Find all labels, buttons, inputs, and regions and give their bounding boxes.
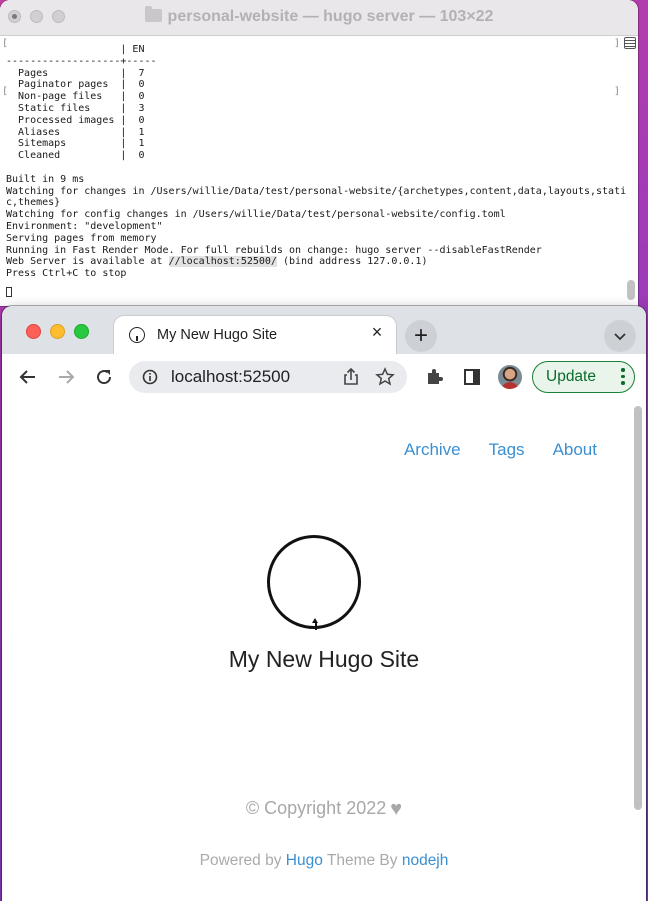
close-window-button[interactable]: [26, 324, 41, 339]
puzzle-icon: [428, 369, 443, 384]
tab-title: My New Hugo Site: [157, 327, 278, 343]
browser-toolbar: localhost:52500 Update: [2, 354, 646, 401]
terminal-window: personal-website — hugo server — 103×22 …: [0, 0, 638, 306]
terminal-lines: | EN -------------------+----- Pages | 7 …: [6, 44, 627, 256]
minimize-window-button[interactable]: [50, 324, 65, 339]
terminal-line: -------------------+-----: [6, 55, 157, 67]
profile-avatar[interactable]: [498, 365, 522, 389]
server-link[interactable]: //localhost:52500/: [168, 256, 277, 268]
hugo-link[interactable]: Hugo: [286, 852, 323, 869]
terminal-line: Non-page files | 0: [6, 91, 145, 103]
terminal-line: Serving pages from memory: [6, 232, 157, 244]
site-favicon-icon: [129, 327, 145, 343]
terminal-line: Paginator pages | 0: [6, 79, 145, 91]
folder-icon: [144, 6, 162, 22]
nav-link-archive[interactable]: Archive: [404, 440, 461, 460]
footer-copyright: © Copyright 2022 ♥: [2, 798, 646, 821]
reload-button[interactable]: [92, 365, 116, 389]
url-text[interactable]: localhost:52500: [171, 367, 290, 387]
terminal-line: c,themes}: [6, 197, 61, 209]
page-scrollbar[interactable]: [634, 406, 642, 810]
terminal-line: Static files | 3: [6, 102, 145, 114]
browser-window: My New Hugo Site × + localhost:52500 Upd…: [2, 306, 646, 901]
terminal-line: Running in Fast Render Mode. For full re…: [6, 244, 542, 256]
tab-active[interactable]: My New Hugo Site ×: [114, 316, 396, 354]
terminal-line: Watching for changes in /Users/willie/Da…: [6, 185, 627, 197]
update-button[interactable]: Update: [532, 361, 635, 393]
bookmark-star-icon[interactable]: [375, 367, 395, 387]
terminal-output[interactable]: | EN -------------------+----- Pages | 7 …: [6, 44, 627, 280]
extensions-button[interactable]: [422, 365, 446, 389]
terminal-line: Sitemaps | 1: [6, 138, 145, 150]
arrow-left-icon: [19, 370, 35, 384]
more-menu-icon[interactable]: [621, 368, 625, 385]
reload-icon: [97, 370, 112, 385]
terminal-line: Pages | 7: [6, 67, 145, 79]
info-icon[interactable]: [142, 369, 158, 385]
browser-window-controls: [26, 324, 89, 339]
chevron-down-icon: [614, 333, 626, 341]
author-link[interactable]: nodejh: [402, 852, 449, 869]
side-panel-button[interactable]: [460, 365, 484, 389]
terminal-line: Cleaned | 0: [6, 150, 145, 162]
terminal-cursor: [6, 287, 12, 297]
new-tab-button[interactable]: +: [405, 320, 437, 352]
terminal-scrollbar[interactable]: [627, 280, 635, 300]
terminal-line: Built in 9 ms: [6, 173, 85, 185]
address-bar[interactable]: localhost:52500: [129, 361, 407, 393]
tab-search-button[interactable]: [604, 320, 636, 352]
site-title: My New Hugo Site: [228, 646, 420, 672]
tab-strip: My New Hugo Site × +: [2, 306, 646, 354]
powered-middle: Theme By: [326, 852, 398, 869]
server-suffix: (bind address 127.0.0.1): [282, 256, 428, 268]
terminal-stop-line: Press Ctrl+C to stop: [6, 268, 127, 280]
terminal-line: Aliases | 1: [6, 126, 145, 138]
heart-icon: ♥: [390, 798, 403, 820]
back-button[interactable]: [16, 365, 40, 389]
nav-link-tags[interactable]: Tags: [489, 440, 525, 460]
page-viewport: Archive Tags About My New Hugo Site © Co…: [2, 400, 646, 901]
powered-prefix: Powered by: [199, 852, 282, 869]
terminal-titlebar: personal-website — hugo server — 103×22: [0, 0, 638, 36]
site-logo[interactable]: [267, 535, 361, 630]
terminal-title: personal-website — hugo server — 103×22: [0, 6, 638, 26]
forward-button[interactable]: [54, 365, 78, 389]
nav-link-about[interactable]: About: [553, 440, 597, 460]
site-nav: Archive Tags About: [404, 440, 597, 460]
terminal-marks-icon[interactable]: [624, 37, 636, 49]
arrow-right-icon: [59, 370, 75, 384]
close-tab-icon[interactable]: ×: [368, 323, 386, 341]
terminal-line: Environment: "development": [6, 220, 163, 232]
share-icon[interactable]: [341, 367, 361, 387]
terminal-title-text: personal-website — hugo server — 103×22: [167, 8, 494, 25]
side-panel-icon: [464, 369, 480, 385]
terminal-server-line: Web Server is available at //localhost:5…: [6, 256, 618, 268]
terminal-line: Processed images | 0: [6, 114, 145, 126]
footer-powered-by: Powered by Hugo Theme By nodejh: [2, 852, 646, 870]
terminal-line: | EN: [6, 44, 145, 55]
zoom-window-button[interactable]: [74, 324, 89, 339]
copyright-text: © Copyright 2022: [245, 798, 387, 818]
update-label: Update: [546, 368, 596, 385]
terminal-line: Watching for config changes in /Users/wi…: [6, 209, 506, 221]
server-prefix: Web Server is available at: [6, 256, 163, 268]
